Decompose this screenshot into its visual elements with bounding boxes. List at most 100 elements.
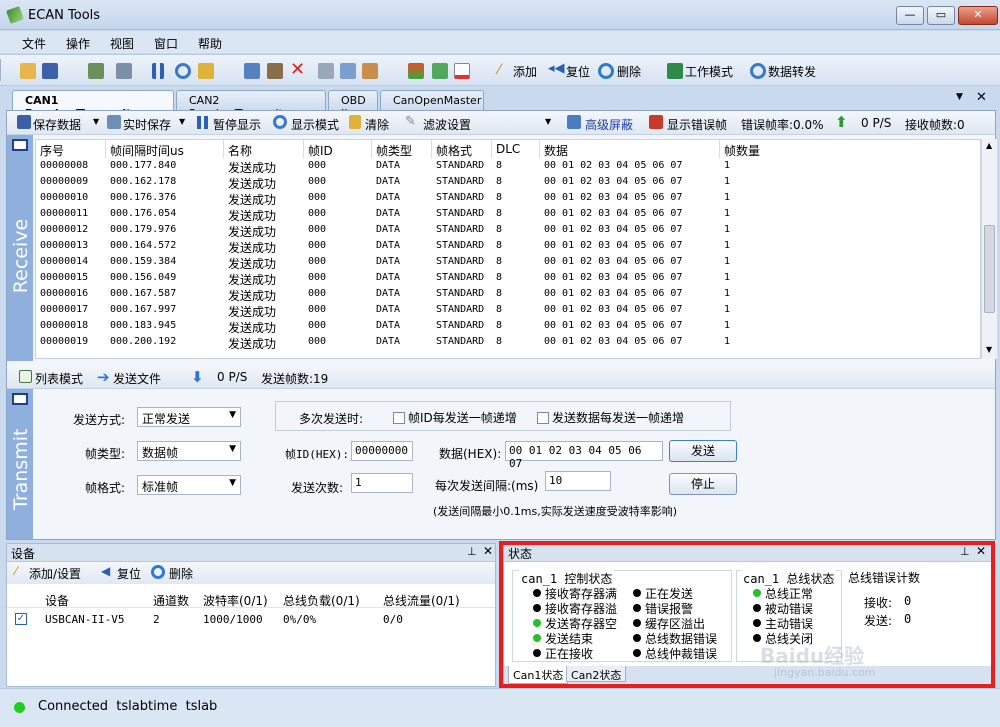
clear-button[interactable]: 清除 — [365, 116, 389, 133]
reset-button[interactable]: 复位 — [566, 63, 590, 80]
link-icon[interactable] — [432, 63, 448, 79]
table-row[interactable]: 00000014 000.159.384 发送成功 000 DATA STANDARD 8 0… — [36, 255, 980, 271]
table-row[interactable]: 00000010 000.176.376 发送成功 000 DATA STANDARD 8 0… — [36, 191, 980, 207]
data-forward-button[interactable]: 数据转发 — [768, 63, 816, 80]
tab-menu-icon[interactable]: ▼ — [956, 92, 963, 102]
frame-type-select[interactable]: 数据帧 ▼ — [137, 441, 241, 461]
delete-x-icon[interactable]: ✕ — [290, 59, 305, 80]
send-file-button[interactable]: 发送文件 — [113, 370, 161, 387]
pause-display-button[interactable]: 暂停显示 — [213, 116, 261, 133]
close-button[interactable]: ✕ — [958, 6, 998, 25]
frame-id-input[interactable]: 00000000 — [351, 441, 413, 461]
open-folder-icon[interactable] — [20, 63, 36, 79]
data-hex-input[interactable]: 00 01 02 03 04 05 06 07 — [505, 441, 663, 470]
col-header-interval[interactable]: 帧间隔时间us — [106, 140, 224, 158]
col-header-frame-type[interactable]: 帧类型 — [372, 140, 432, 158]
table-row[interactable]: 00000013 000.164.572 发送成功 000 DATA STANDARD 8 0… — [36, 239, 980, 255]
table-row[interactable]: 00000019 000.200.192 发送成功 000 DATA STANDARD 8 0… — [36, 335, 980, 351]
pin-icon[interactable]: ⊥ — [467, 545, 477, 558]
menu-window[interactable]: 窗口 — [154, 35, 178, 52]
tab-can2[interactable]: CAN2 Receive/Transmit — [176, 90, 326, 120]
panel-close-icon[interactable]: ✕ — [483, 544, 493, 558]
advanced-mask-button[interactable]: 高级屏蔽 — [585, 116, 633, 133]
device-disconnect-icon[interactable] — [116, 63, 132, 79]
tab-obd[interactable]: OBD II — [328, 90, 378, 120]
device-connect-icon[interactable] — [88, 63, 104, 79]
filter-icon[interactable] — [362, 63, 378, 79]
minimize-button[interactable]: — — [896, 6, 924, 25]
cell-frame-id: 000 — [308, 224, 327, 235]
col-header-dlc[interactable]: DLC — [492, 140, 540, 158]
id-increment-checkbox[interactable]: 帧ID每发送一帧递增 — [393, 409, 517, 426]
window-icon[interactable] — [454, 63, 470, 79]
send-count-input[interactable]: 1 — [351, 473, 413, 493]
device-add-settings-button[interactable]: 添加/设置 — [29, 565, 81, 582]
refresh-icon[interactable] — [175, 63, 191, 79]
col-header-name[interactable]: 名称 — [224, 140, 304, 158]
data-increment-checkbox[interactable]: 发送数据每发送一帧递增 — [537, 409, 684, 426]
table-row[interactable]: 00000016 000.167.587 发送成功 000 DATA STANDARD 8 0… — [36, 287, 980, 303]
col-header-index[interactable]: 序号 — [36, 140, 106, 158]
tab-can1-status[interactable]: Can1状态 — [508, 666, 569, 684]
save-data-button[interactable]: 保存数据 — [33, 116, 81, 133]
list-mode-button[interactable]: 列表模式 — [35, 370, 83, 387]
tab-close-icon[interactable]: ✕ — [976, 90, 987, 105]
filter-dropdown-icon[interactable]: ▼ — [545, 117, 551, 126]
paste-icon[interactable] — [340, 63, 356, 79]
scroll-down-icon[interactable]: ▼ — [986, 345, 992, 354]
copy-icon[interactable] — [244, 63, 260, 79]
tab-canopen[interactable]: CanOpenMaster — [380, 90, 484, 110]
tab-can2-status[interactable]: Can2状态 — [566, 666, 627, 682]
menu-help[interactable]: 帮助 — [198, 35, 222, 52]
send-button[interactable]: 发送 — [669, 440, 737, 462]
frame-format-select[interactable]: 标准帧 ▼ — [137, 475, 241, 495]
display-mode-button[interactable]: 显示模式 — [291, 116, 339, 133]
transmit-toggle-icon[interactable] — [12, 393, 28, 405]
col-header-data[interactable]: 数据 — [540, 140, 720, 158]
save-data-dropdown-icon[interactable]: ▼ — [93, 117, 99, 126]
add-button[interactable]: 添加 — [513, 63, 537, 80]
col-header-frame-id[interactable]: 帧ID — [304, 140, 372, 158]
scroll-up-icon[interactable]: ▲ — [986, 141, 992, 150]
menu-operation[interactable]: 操作 — [66, 35, 90, 52]
realtime-save-button[interactable]: 实时保存 — [123, 116, 171, 133]
swap-icon[interactable] — [408, 63, 424, 79]
clear-brush-icon[interactable] — [198, 63, 214, 79]
scroll-thumb[interactable] — [984, 225, 995, 313]
device-delete-button[interactable]: 删除 — [169, 565, 193, 582]
pause-icon[interactable] — [152, 63, 164, 79]
table-row[interactable]: 00000017 000.167.997 发送成功 000 DATA STANDARD 8 0… — [36, 303, 980, 319]
cut-icon[interactable] — [318, 63, 334, 79]
table-row[interactable]: 00000015 000.156.049 发送成功 000 DATA STANDARD 8 0… — [36, 271, 980, 287]
menu-view[interactable]: 视图 — [110, 35, 134, 52]
device-reset-button[interactable]: 复位 — [117, 565, 141, 582]
table-row[interactable]: 00000009 000.162.178 发送成功 000 DATA STANDARD 8 0… — [36, 175, 980, 191]
table-row[interactable]: 00000018 000.183.945 发送成功 000 DATA STANDARD 8 0… — [36, 319, 980, 335]
receive-scrollbar[interactable]: ▲ ▼ — [981, 139, 997, 359]
panel-close-icon[interactable]: ✕ — [976, 544, 986, 558]
panel-toggle-icon[interactable] — [12, 139, 28, 151]
tools-icon[interactable] — [267, 63, 283, 79]
table-row[interactable]: 00000012 000.179.976 发送成功 000 DATA STANDARD 8 0… — [36, 223, 980, 239]
maximize-button[interactable]: ▭ — [927, 6, 955, 25]
show-error-frames-button[interactable]: 显示错误帧 — [667, 116, 727, 133]
device-checkbox[interactable]: ✓ — [15, 613, 27, 625]
device-row[interactable]: ✓ USBCAN-II-V5 2 1000/1000 0%/0% 0/0 — [7, 610, 495, 628]
realtime-save-dropdown-icon[interactable]: ▼ — [179, 117, 185, 126]
filter-settings-button[interactable]: 滤波设置 — [423, 116, 471, 133]
table-row[interactable]: 00000011 000.176.054 发送成功 000 DATA STANDARD 8 0… — [36, 207, 980, 223]
menu-file[interactable]: 文件 — [22, 35, 46, 52]
tab-can1[interactable]: CAN1 Receive/Transmit — [12, 90, 174, 120]
send-mode-select[interactable]: 正常发送 ▼ — [137, 407, 241, 427]
delete-button[interactable]: 删除 — [617, 63, 641, 80]
stop-button[interactable]: 停止 — [669, 473, 737, 495]
col-header-frame-count[interactable]: 帧数量 — [720, 140, 980, 158]
col-header-frame-format[interactable]: 帧格式 — [432, 140, 492, 158]
interval-input[interactable]: 10 — [545, 471, 611, 491]
table-row[interactable]: 00000008 000.177.840 发送成功 000 DATA STANDARD 8 0… — [36, 159, 980, 175]
save-icon[interactable] — [42, 63, 58, 79]
cell-index: 00000015 — [40, 272, 89, 283]
pin-icon[interactable]: ⊥ — [960, 545, 970, 558]
frame-format-label: 帧格式: — [85, 481, 126, 495]
work-mode-button[interactable]: 工作模式 — [685, 63, 733, 80]
